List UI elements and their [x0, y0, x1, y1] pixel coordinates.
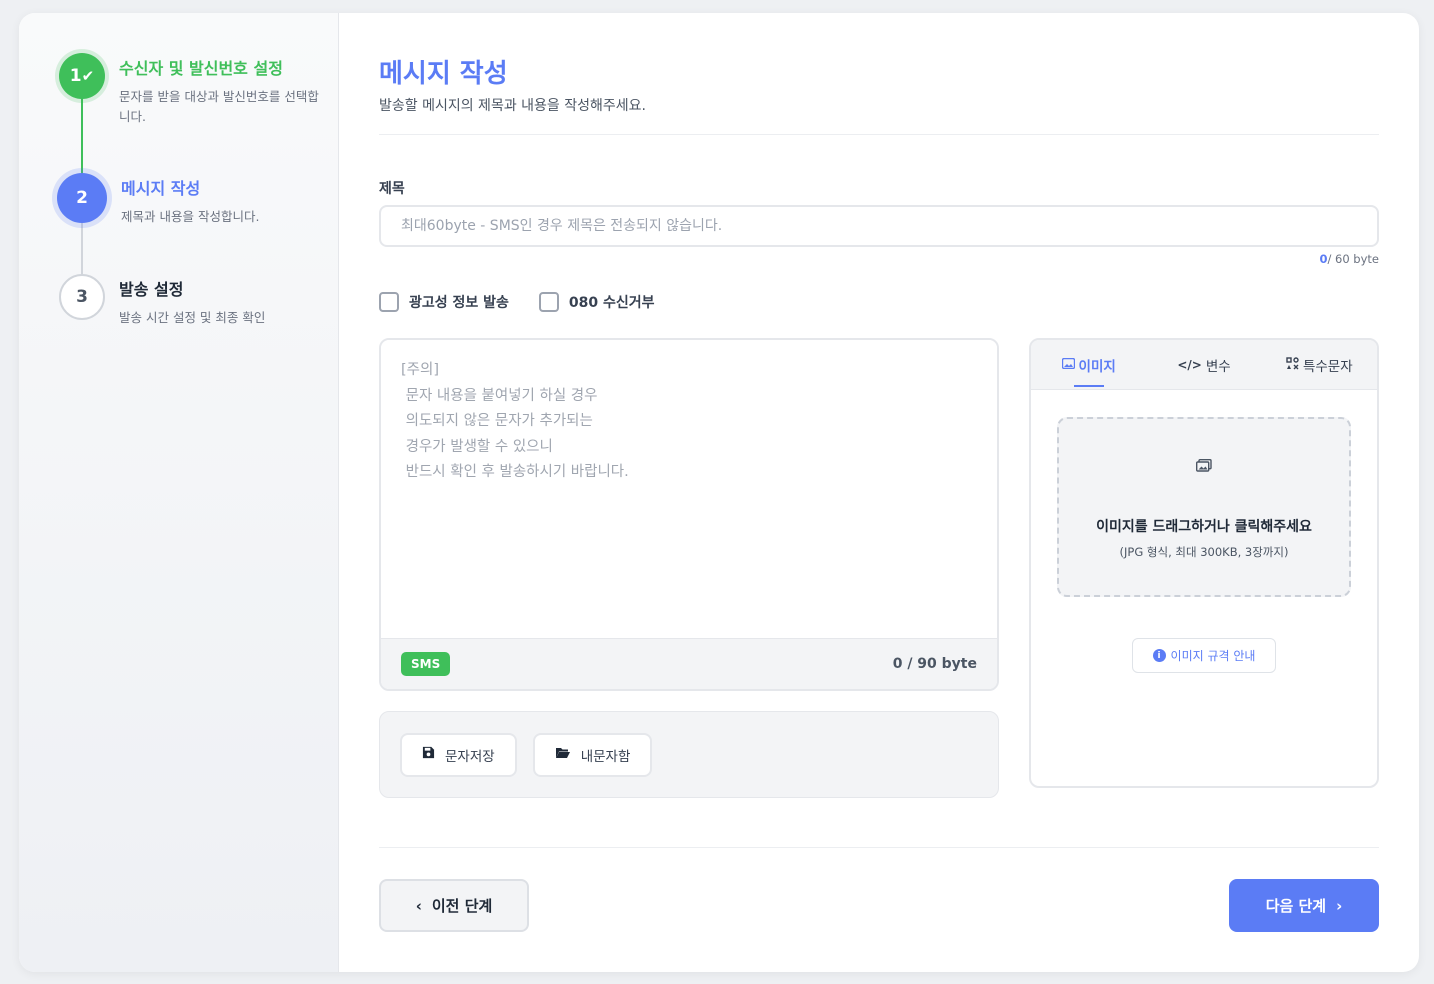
image-icon	[1061, 357, 1075, 372]
folder-open-icon	[555, 746, 571, 763]
step-1-description: 문자를 받을 대상과 발신번호를 선택합니다.	[119, 89, 319, 124]
save-icon	[422, 746, 435, 763]
step-3[interactable]: 3 발송 설정 발송 시간 설정 및 최종 확인	[59, 274, 324, 328]
title-input[interactable]	[379, 205, 1379, 247]
optout-checkbox-label: 080 수신거부	[568, 295, 655, 311]
image-spec-button[interactable]: i 이미지 규격 안내	[1132, 638, 1276, 673]
step-3-circle: 3	[59, 274, 105, 320]
next-step-label: 다음 단계	[1265, 897, 1327, 915]
chevron-right-icon: ›	[1336, 896, 1343, 915]
tab-special-chars[interactable]: 특수문자	[1262, 340, 1377, 389]
message-editor: SMS 0 / 90 byte	[379, 338, 999, 691]
previous-step-label: 이전 단계	[431, 897, 493, 915]
message-textarea[interactable]	[381, 340, 997, 640]
step-2-circle: 2	[57, 173, 107, 223]
title-byte-counter: 0/ 60 byte	[1319, 252, 1379, 266]
header-divider	[379, 134, 1379, 135]
page-title: 메시지 작성	[379, 59, 508, 89]
ad-checkbox-label: 광고성 정보 발송	[409, 295, 509, 311]
save-message-button[interactable]: 문자저장	[400, 732, 517, 777]
title-byte-limit: / 60 byte	[1327, 252, 1379, 266]
step-connector-pending	[81, 223, 83, 278]
optout-checkbox-box[interactable]	[538, 292, 559, 312]
main-content: 메시지 작성 발송할 메시지의 제목과 내용을 작성해주세요. 제목 0/ 60…	[339, 13, 1419, 972]
message-byte-counter: 0 / 90 byte	[892, 656, 977, 672]
dropzone-text: 이미지를 드래그하거나 클릭해주세요	[1096, 519, 1312, 535]
dropzone-subtext: (JPG 형식, 최대 300KB, 3장까지)	[1119, 545, 1289, 559]
step-1[interactable]: 1 ✔ 수신자 및 발신번호 설정 문자를 받을 대상과 발신번호를 선택합니다.	[59, 53, 324, 127]
next-step-button[interactable]: 다음 단계 ›	[1229, 879, 1379, 932]
optout-checkbox[interactable]: 080 수신거부	[538, 292, 655, 312]
info-icon: i	[1152, 649, 1166, 662]
image-dropzone[interactable]: 이미지를 드래그하거나 클릭해주세요 (JPG 형식, 최대 300KB, 3장…	[1057, 417, 1351, 597]
panel-tabs: 이미지 </> 변수 특수문자	[1031, 340, 1377, 390]
page-subtitle: 발송할 메시지의 제목과 내용을 작성해주세요.	[379, 98, 646, 114]
attachment-panel: 이미지 </> 변수 특수문자 이미지를 드래그하거나 클릭해주세요 (JPG …	[1029, 338, 1379, 788]
footer-divider	[379, 847, 1379, 848]
title-label: 제목	[379, 181, 405, 197]
image-upload-icon	[1195, 458, 1212, 476]
step-1-title: 수신자 및 발신번호 설정	[119, 59, 283, 78]
wizard-card: 1 ✔ 수신자 및 발신번호 설정 문자를 받을 대상과 발신번호를 선택합니다.…	[19, 13, 1419, 972]
my-messages-button[interactable]: 내문자함	[532, 732, 653, 777]
message-actions: 문자저장 내문자함	[379, 711, 999, 798]
my-messages-label: 내문자함	[580, 748, 631, 765]
step-3-title: 발송 설정	[119, 280, 184, 299]
chevron-left-icon: ‹	[415, 896, 422, 915]
step-2-title: 메시지 작성	[121, 179, 201, 198]
step-1-circle: 1 ✔	[59, 53, 105, 99]
image-spec-label: 이미지 규격 안내	[1170, 649, 1256, 663]
options-row: 광고성 정보 발송 080 수신거부	[379, 292, 655, 312]
tab-variables-label: 변수	[1205, 358, 1231, 375]
tab-special-chars-label: 특수문자	[1302, 358, 1353, 375]
ad-checkbox[interactable]: 광고성 정보 발송	[379, 292, 509, 312]
message-footer: SMS 0 / 90 byte	[381, 638, 997, 689]
tab-image[interactable]: 이미지	[1031, 340, 1146, 389]
save-message-label: 문자저장	[445, 748, 495, 765]
code-icon: </>	[1177, 357, 1202, 372]
step-2-description: 제목과 내용을 작성합니다.	[121, 209, 260, 224]
tab-image-label: 이미지	[1078, 358, 1116, 375]
message-type-badge: SMS	[401, 652, 451, 676]
ad-checkbox-box[interactable]	[379, 292, 399, 312]
step-2[interactable]: 2 메시지 작성 제목과 내용을 작성합니다.	[57, 173, 326, 227]
special-chars-icon	[1286, 356, 1299, 373]
steps-sidebar: 1 ✔ 수신자 및 발신번호 설정 문자를 받을 대상과 발신번호를 선택합니다.…	[19, 13, 339, 972]
tab-variables[interactable]: </> 변수	[1146, 340, 1261, 389]
previous-step-button[interactable]: ‹ 이전 단계	[379, 879, 529, 932]
step-3-description: 발송 시간 설정 및 최종 확인	[119, 310, 266, 325]
check-icon: ✔	[81, 67, 95, 85]
